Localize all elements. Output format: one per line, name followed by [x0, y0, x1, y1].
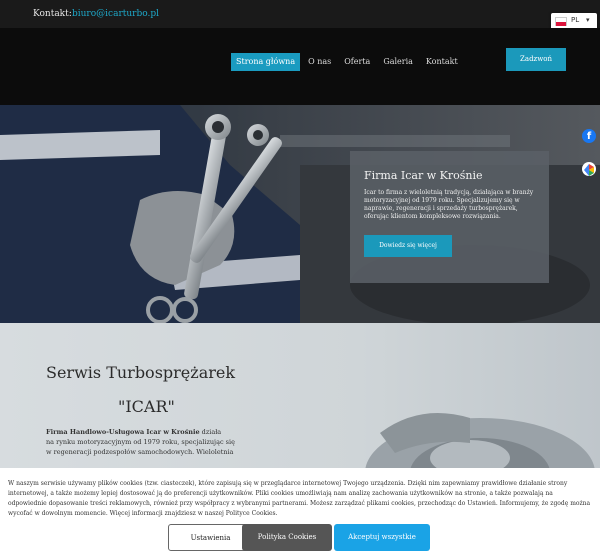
company-text-1: działa	[199, 428, 222, 436]
hero-card-text: Icar to firma z wieloletnią tradycją, dz…	[364, 189, 534, 220]
google-icon[interactable]	[582, 162, 596, 176]
service-section: Serwis Turbosprężarek "ICAR" Firma Handl…	[0, 323, 600, 468]
cookie-policy-button[interactable]: Polityka Cookies	[242, 524, 332, 551]
chevron-down-icon: ▾	[586, 16, 590, 24]
nav-item-contact[interactable]: Kontakt	[421, 53, 463, 71]
call-button[interactable]: Zadzwoń	[506, 48, 566, 71]
company-name: Firma Handlowo-Usługowa Icar w Krośnie	[46, 428, 200, 436]
nav-item-home[interactable]: Strona główna	[231, 53, 301, 71]
contact-email-link[interactable]: biuro@icarturbo.pl	[72, 9, 159, 19]
cookie-settings-button[interactable]: Ustawienia	[168, 524, 253, 551]
flag-poland-icon	[555, 17, 567, 26]
company-description: Firma Handlowo-Usługowa Icar w Krośnie d…	[46, 427, 246, 457]
nav-item-gallery[interactable]: Galeria	[378, 53, 418, 71]
company-text-2: na rynku motoryzacyjnym od 1979 roku, sp…	[46, 438, 235, 446]
accept-all-cookies-button[interactable]: Akceptuj wszystkie	[334, 524, 430, 551]
hero-card-title: Firma Icar w Krośnie	[364, 169, 483, 182]
site-header: Strona główna O nas Oferta Galeria Konta…	[0, 28, 600, 105]
contact-label: Kontakt:	[33, 9, 72, 19]
section-subtitle: "ICAR"	[118, 397, 175, 416]
nav-item-about[interactable]: O nas	[303, 53, 336, 71]
hero-slider: Firma Icar w Krośnie Icar to firma z wie…	[0, 105, 600, 323]
section-title: Serwis Turbosprężarek	[46, 363, 236, 382]
company-text-3: w regeneracji podzespołów samochodowych.…	[46, 448, 234, 456]
learn-more-button[interactable]: Dowiedz się więcej	[364, 235, 452, 257]
language-code: PL	[571, 16, 580, 24]
cookie-banner: W naszym serwisie używamy plików cookies…	[0, 468, 600, 560]
cookie-text: W naszym serwisie używamy plików cookies…	[8, 480, 591, 517]
main-nav: Strona główna O nas Oferta Galeria Konta…	[231, 53, 466, 71]
hero-card: Firma Icar w Krośnie Icar to firma z wie…	[350, 151, 549, 283]
facebook-icon[interactable]: f	[582, 129, 596, 143]
top-contact-bar: Kontakt: biuro@icarturbo.pl PL ▾	[0, 0, 600, 30]
nav-item-offer[interactable]: Oferta	[339, 53, 375, 71]
